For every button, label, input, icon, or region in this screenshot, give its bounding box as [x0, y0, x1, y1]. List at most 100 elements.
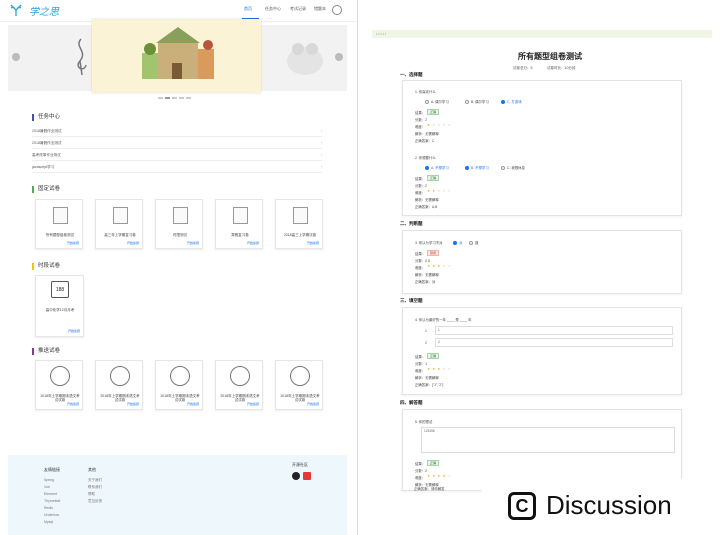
nav-task-center[interactable]: 任务中心	[265, 6, 281, 12]
option-c[interactable]: C. 我想休息	[501, 165, 525, 171]
correct-answer-label: 正确答案：["1","2"]	[415, 383, 444, 387]
nav-exam-record[interactable]: 考试记录	[290, 6, 306, 12]
footer-link[interactable]: Element	[44, 492, 57, 496]
difficulty-label: 难度：	[415, 369, 426, 373]
option-c[interactable]: C. 打游戏	[501, 99, 522, 105]
footer-link[interactable]: Vue	[44, 485, 50, 489]
section-answer-title: 四、解答题	[400, 400, 423, 405]
carousel-dot[interactable]	[179, 97, 184, 99]
paper-card[interactable]: 2018年上学期期末语文考试试卷 开始答题	[95, 360, 143, 410]
nav-home[interactable]: 首页	[244, 6, 252, 12]
option-false[interactable]: 错	[469, 240, 479, 246]
chevron-right-icon: ›	[320, 141, 322, 145]
blank-input-1[interactable]: 1	[435, 326, 673, 335]
start-answer-link[interactable]: 开始答题	[247, 241, 259, 245]
fixed-papers-title: 固定试卷	[32, 186, 60, 193]
start-answer-link[interactable]: 开始答题	[187, 402, 199, 406]
checkbox-icon	[501, 166, 505, 171]
paper-name: 2018年上学期期末语文考试试卷	[40, 394, 80, 402]
footer-link[interactable]: Redis	[44, 506, 53, 510]
checkbox-checked-icon	[465, 166, 469, 171]
carousel-dot[interactable]	[158, 97, 163, 99]
option-label: C. 打游戏	[507, 100, 522, 104]
avatar-icon[interactable]	[332, 5, 342, 15]
chevron-right-icon: ›	[320, 165, 322, 169]
option-b[interactable]: B. 偶尔学习	[465, 99, 489, 105]
question-stem: 5. 你的想法	[415, 420, 433, 424]
clipboard-icon	[230, 366, 250, 386]
radio-icon	[425, 100, 429, 105]
carousel-dot[interactable]	[165, 97, 170, 99]
question-card: 1. 你喜欢什么 A. 偶尔学习 B. 偶尔学习 C. 打游戏 结果： 正确 分…	[402, 80, 682, 216]
start-answer-link[interactable]: 开始答题	[307, 241, 319, 245]
option-b[interactable]: B. 不想学习	[465, 165, 489, 171]
carousel-dot[interactable]	[172, 97, 177, 99]
blank-input-2[interactable]: 2	[435, 338, 673, 347]
paper-name: 2018年上学期期末语文考试试卷	[280, 394, 320, 402]
paper-card[interactable]: 时限测试 开始答题	[155, 199, 203, 249]
radio-checked-icon	[453, 241, 457, 246]
paper-card[interactable]: 寒假复习卷开始答题	[215, 199, 263, 249]
answer-textarea[interactable]: 123456	[421, 427, 675, 453]
carousel-prev-icon[interactable]	[12, 53, 20, 61]
carousel-dot[interactable]	[186, 97, 191, 99]
option-label: B. 不想学习	[471, 166, 489, 170]
github-icon[interactable]	[292, 472, 300, 480]
start-answer-link[interactable]: 开始答题	[187, 241, 199, 245]
footer-link[interactable]: Undertow	[44, 513, 59, 517]
banner-active-slide[interactable]	[92, 19, 261, 93]
paper-card[interactable]: 2018高三上学期试卷 开始答题	[275, 199, 323, 249]
document-icon	[113, 207, 128, 224]
push-papers-title: 推送试卷	[32, 348, 60, 355]
task-row[interactable]: 高考改革作业测试 ›	[32, 150, 322, 161]
difficulty-stars: ★ ★ ★ ★ ★	[427, 264, 452, 268]
paper-card[interactable]: 2018年上学期期末语文考试试卷 开始答题	[35, 360, 83, 410]
document-icon	[53, 207, 68, 224]
paper-card[interactable]: 所有题型组卷测试 开始答题	[35, 199, 83, 249]
logo[interactable]: 学之思	[7, 3, 77, 19]
analysis-label: 解析：无需解释	[415, 376, 439, 380]
paper-name: 寒假复习卷	[231, 233, 249, 237]
option-a[interactable]: A. 偶尔学习	[425, 99, 449, 105]
footer-link[interactable]: 帮助	[88, 492, 95, 497]
gitee-icon[interactable]	[303, 472, 311, 480]
score-label: 分数：2	[415, 469, 428, 473]
paper-card[interactable]: 2018年上学期期末语文考试试卷 开始答题	[215, 360, 263, 410]
score-label: 分数：0.5	[415, 259, 430, 263]
start-answer-link[interactable]: 开始答题	[307, 402, 319, 406]
blank-index: 2	[425, 341, 427, 345]
footer-link[interactable]: 联系我们	[88, 485, 102, 490]
paper-card[interactable]: 2018年上学期期末语文考试试卷 开始答题	[155, 360, 203, 410]
start-answer-link[interactable]: 开始答题	[127, 241, 139, 245]
option-true[interactable]: 对	[453, 240, 462, 246]
footer-link[interactable]: Spring	[44, 478, 54, 482]
correct-answer-label: 正确答案：请你解答	[414, 487, 445, 491]
nav-wrong-book[interactable]: 错题本	[314, 6, 326, 12]
task-row[interactable]: javascript学习 ›	[32, 162, 322, 173]
timed-paper-card[interactable]: 188 高中化学12月月考 开始答题	[35, 275, 84, 337]
paper-name: 时限测试	[173, 233, 187, 237]
footer-link[interactable]: Mysql	[44, 520, 53, 524]
difficulty-label: 难度：	[415, 266, 426, 270]
option-label: 错	[475, 241, 479, 245]
task-row[interactable]: 2018暑假作业测试 ›	[32, 138, 322, 149]
question-stem: 3. 你认为学习不对	[415, 241, 443, 245]
carousel-next-icon[interactable]	[335, 53, 343, 61]
footer-link[interactable]: 关于我们	[88, 478, 102, 483]
task-row-label: 2018暑假作业测试	[32, 141, 62, 145]
footer-link[interactable]: 意见反馈	[88, 499, 102, 504]
start-answer-link[interactable]: 开始答题	[68, 329, 80, 333]
paper-card[interactable]: 2018年上学期期末语文考试试卷 开始答题	[275, 360, 323, 410]
start-answer-link[interactable]: 开始答题	[247, 402, 259, 406]
start-answer-link[interactable]: 开始答题	[67, 402, 79, 406]
result-label: 结果：	[415, 111, 426, 115]
result-tag: 正确	[427, 175, 440, 181]
start-answer-link[interactable]: 开始答题	[127, 402, 139, 406]
task-row[interactable]: 2018暑假作业测试 ›	[32, 126, 322, 137]
option-a[interactable]: A. 不想学习	[425, 165, 449, 171]
footer-link[interactable]: Thymeleaf	[44, 499, 60, 503]
paper-card[interactable]: 高三年上学期复习卷 开始答题	[95, 199, 143, 249]
start-answer-link[interactable]: 开始答题	[67, 241, 79, 245]
difficulty-label: 难度：	[415, 476, 426, 480]
score-label: 分数：2	[415, 118, 428, 122]
